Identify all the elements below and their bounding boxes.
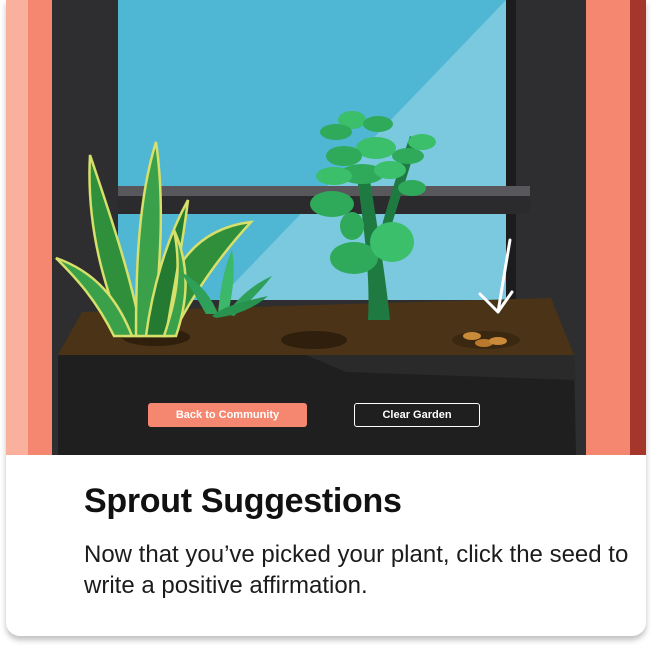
garden-card: Back to Community Clear Garden Sprout Su… — [6, 0, 646, 636]
arrow-down-icon — [468, 236, 518, 316]
caption-description: Now that you’ve picked your plant, click… — [84, 541, 629, 599]
seed-icon[interactable] — [457, 326, 511, 350]
garden-scene: Back to Community Clear Garden — [6, 0, 646, 455]
caption-panel: Sprout Suggestions Now that you’ve picke… — [6, 455, 646, 636]
clear-garden-button[interactable]: Clear Garden — [354, 403, 480, 427]
back-to-community-button[interactable]: Back to Community — [148, 403, 307, 427]
caption-title: Sprout Suggestions — [84, 482, 402, 520]
